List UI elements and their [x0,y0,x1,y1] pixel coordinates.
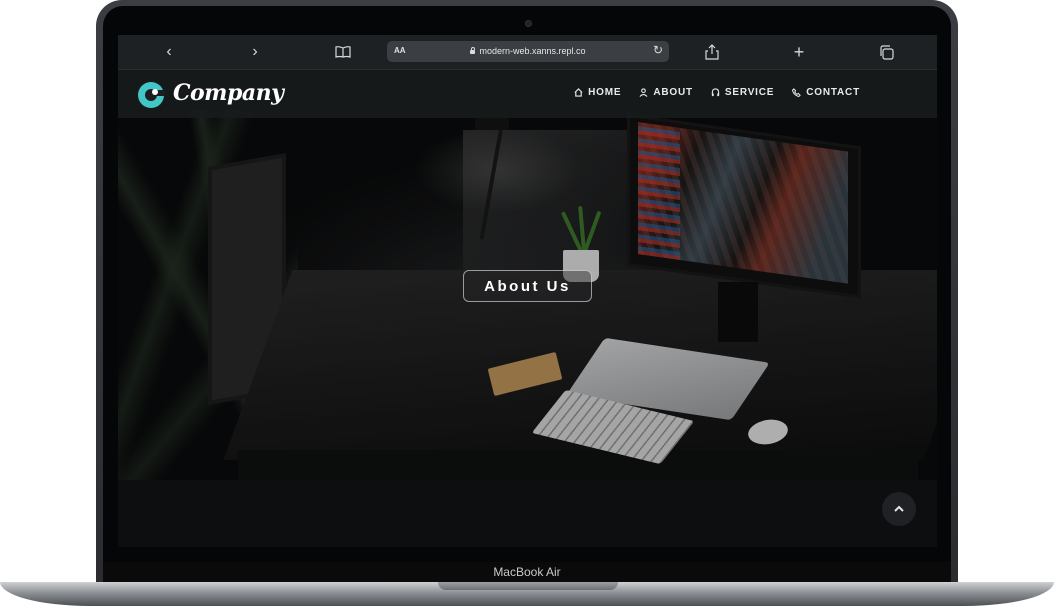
plus-icon: + [793,41,805,62]
chevron-left-icon: ‹ [166,43,172,60]
nav-label: SERVICE [724,87,775,98]
website: About Us Company HOME ABOUT SERVICE CONT… [118,70,937,547]
phone-icon [792,88,802,97]
nav-label: ABOUT [653,87,693,98]
nav-item-home[interactable]: HOME [574,87,621,98]
headset-icon [711,88,720,97]
tabs-icon [879,44,894,60]
laptop-notch [438,582,618,590]
logo-icon[interactable] [138,82,165,108]
share-icon [705,44,719,60]
address-bar[interactable]: AA modern-web.xanns.repl.co ↻ [387,41,669,62]
camera-icon [525,20,532,27]
book-icon [335,46,351,58]
hero-section: About Us [118,70,937,480]
new-tab-button[interactable]: + [784,35,814,69]
about-us-button[interactable]: About Us [463,270,592,302]
nav-label: CONTACT [806,87,860,98]
scroll-to-top-button[interactable] [882,492,916,526]
back-button[interactable]: ‹ [154,35,184,69]
nav-menu: HOME ABOUT SERVICE CONTACT [574,87,860,98]
home-icon [574,88,583,97]
logo-text[interactable]: Company [173,80,284,106]
tabs-button[interactable] [871,35,901,69]
chevron-up-icon [894,505,904,512]
reload-icon[interactable]: ↻ [653,43,663,57]
share-button[interactable] [697,35,727,69]
nav-item-contact[interactable]: CONTACT [792,87,860,98]
site-navbar: Company HOME ABOUT SERVICE CONTACT [118,70,937,118]
logo-dot [152,89,158,95]
nav-label: HOME [588,87,622,98]
forward-button[interactable]: › [240,35,270,69]
person-icon [639,88,648,97]
url-text: modern-web.xanns.repl.co [479,46,586,56]
chevron-right-icon: › [252,43,258,60]
laptop-model-label: MacBook Air [493,565,561,579]
reader-button[interactable] [328,35,358,69]
content-section [118,480,937,547]
nav-item-service[interactable]: SERVICE [711,87,774,98]
nav-item-about[interactable]: ABOUT [639,87,693,98]
lock-icon [470,47,476,54]
laptop-screen: ‹ › AA modern-web.xanns.repl.co ↻ + Abou… [118,35,937,547]
browser-toolbar: ‹ › AA modern-web.xanns.repl.co ↻ + [118,35,937,70]
